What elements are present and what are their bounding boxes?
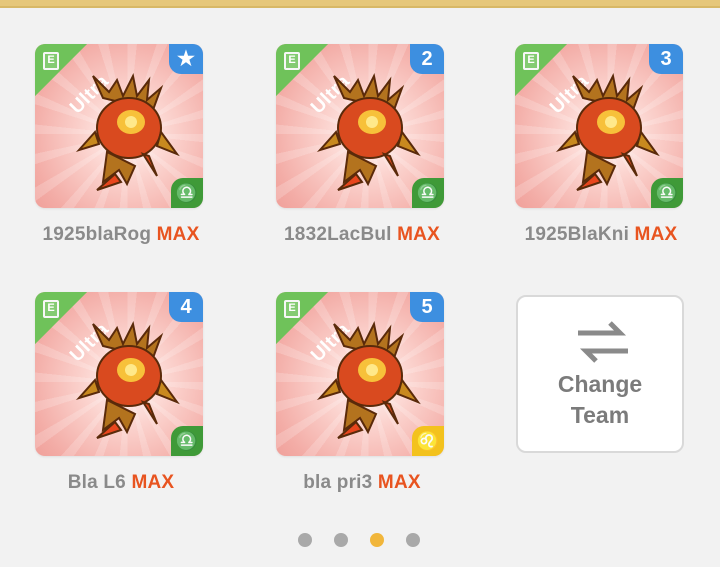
top-border	[0, 0, 720, 8]
monster-name: bla pri3 MAX	[276, 472, 448, 494]
monster-name: 1925blaRog MAX	[35, 224, 207, 246]
monster-name-text: Bla L6	[67, 472, 126, 493]
monster-art	[555, 72, 660, 191]
libra-element-icon: ♎	[171, 426, 203, 456]
notes-icon: E	[43, 52, 59, 70]
libra-element-icon: ♎	[171, 178, 203, 208]
level-label: MAX	[397, 224, 440, 245]
notes-icon: E	[284, 300, 300, 318]
monster-name-text: bla pri3	[303, 472, 373, 493]
change-label-line2: Team	[570, 402, 630, 428]
page-dot-3-active[interactable]	[370, 533, 384, 547]
monster-name-text: 1832LacBul	[284, 224, 392, 245]
monster-name: 1925BlaKni MAX	[515, 224, 687, 246]
change-team-label: Change Team	[518, 369, 682, 431]
level-label: MAX	[131, 472, 175, 493]
monster-card[interactable]: Ultra E 3 ♎	[515, 44, 683, 208]
team-slot-2[interactable]: Ultra E 2 ♎ 1832LacBul MAX	[276, 44, 448, 246]
page-dot-4[interactable]	[406, 533, 420, 547]
notes-icon: E	[43, 300, 59, 318]
level-label: MAX	[156, 224, 200, 245]
team-slot-4[interactable]: Ultra E 4 ♎ Bla L6 MAX	[35, 292, 207, 494]
team-slot-1[interactable]: Ultra E ★ ♎ 1925blaRog MAX	[35, 44, 207, 246]
monster-art	[316, 320, 421, 439]
team-slot-3[interactable]: Ultra E 3 ♎ 1925BlaKni MAX	[515, 44, 687, 246]
monster-art	[75, 320, 180, 439]
monster-name: 1832LacBul MAX	[276, 224, 448, 246]
monster-card[interactable]: Ultra E 5 ♌	[276, 292, 444, 456]
swap-arrows-icon	[578, 321, 628, 363]
notes-icon: E	[284, 52, 300, 70]
monster-card[interactable]: Ultra E 4 ♎	[35, 292, 203, 456]
libra-element-icon: ♎	[651, 178, 683, 208]
change-team-button[interactable]: Change Team	[516, 295, 684, 453]
change-label-line1: Change	[557, 371, 643, 397]
notes-icon: E	[523, 52, 539, 70]
monster-card[interactable]: Ultra E 2 ♎	[276, 44, 444, 208]
level-label: MAX	[634, 224, 678, 245]
monster-name-text: 1925blaRog	[42, 224, 152, 245]
page-indicator	[298, 533, 420, 547]
monster-card[interactable]: Ultra E ★ ♎	[35, 44, 203, 208]
monster-name-text: 1925BlaKni	[524, 224, 630, 245]
monster-art	[75, 72, 180, 191]
page-dot-1[interactable]	[298, 533, 312, 547]
level-label: MAX	[377, 472, 421, 493]
libra-element-icon: ♎	[412, 178, 444, 208]
monster-name: Bla L6 MAX	[35, 472, 207, 494]
leo-element-icon: ♌	[412, 426, 444, 456]
page-dot-2[interactable]	[334, 533, 348, 547]
team-slot-5[interactable]: Ultra E 5 ♌ bla pri3 MAX	[276, 292, 448, 494]
monster-art	[316, 72, 421, 191]
